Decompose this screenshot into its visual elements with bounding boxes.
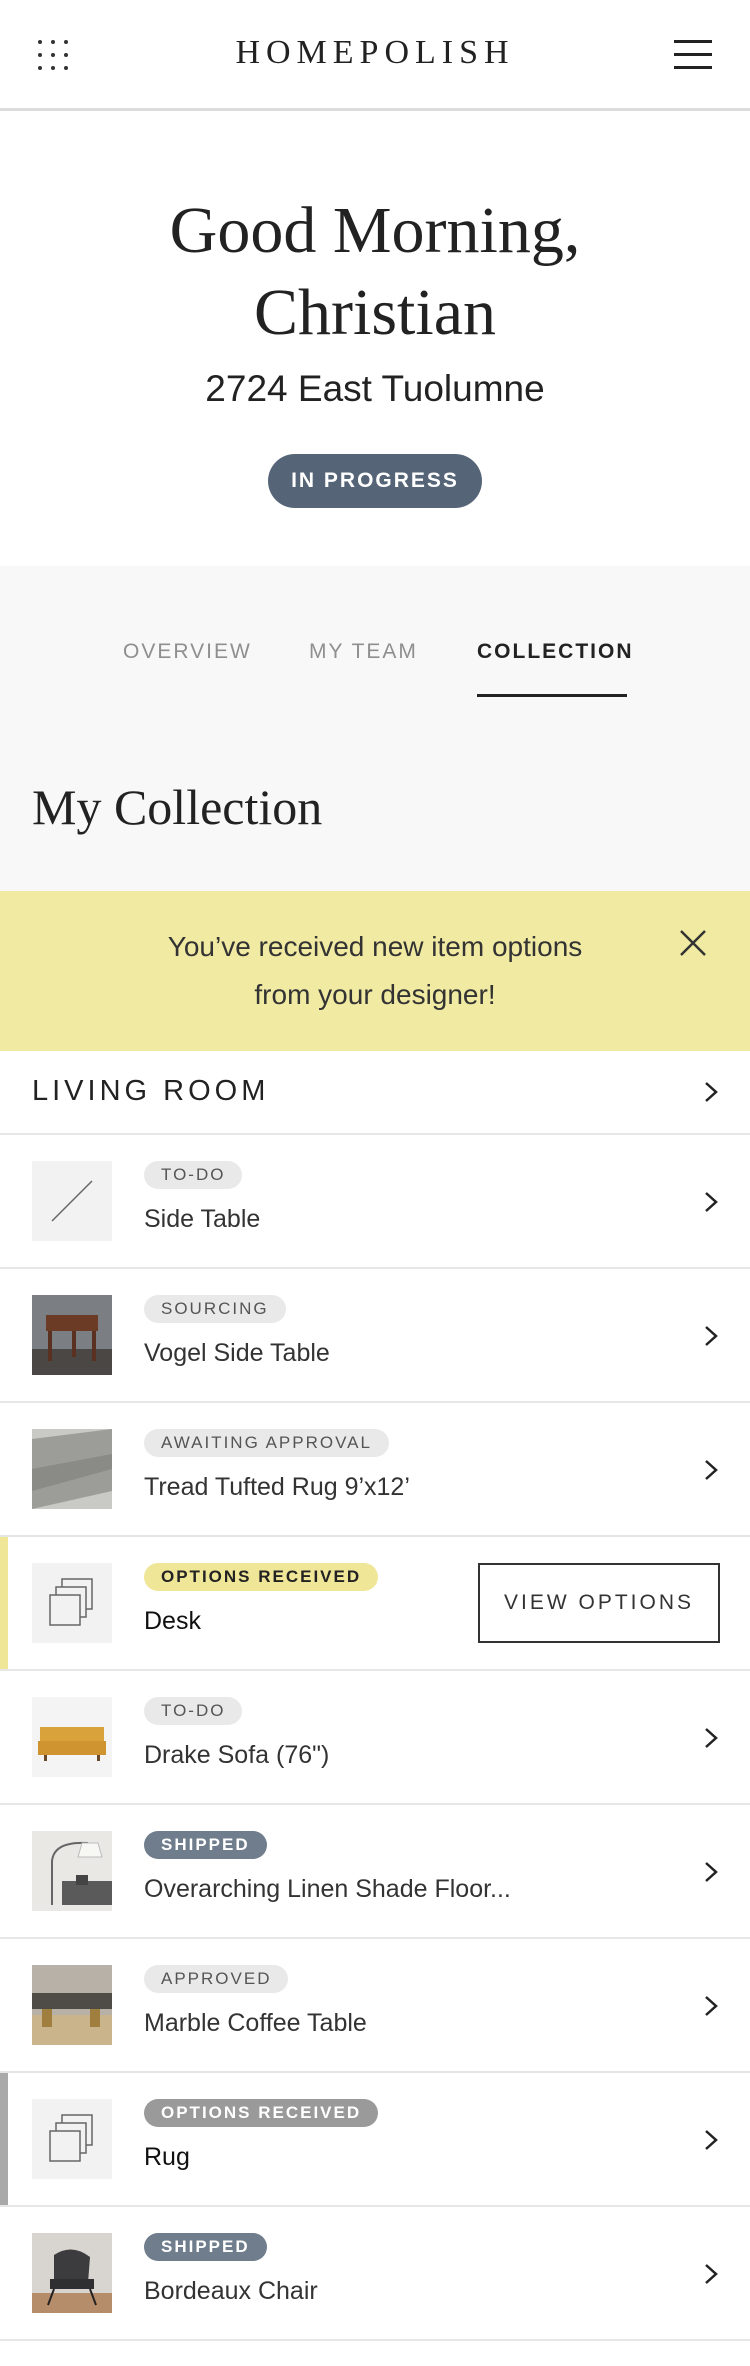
list-item[interactable]: OPTIONS RECEIVED Desk VIEW OPTIONS (0, 1537, 750, 1671)
item-name: Desk (144, 1607, 201, 1635)
options-accent-bar (0, 2073, 8, 2205)
room-header-living-room[interactable]: LIVING ROOM (0, 1051, 750, 1135)
status-badge: SHIPPED (144, 1831, 267, 1859)
collection-title: My Collection (32, 779, 323, 835)
chevron-right-icon (705, 1082, 718, 1102)
status-badge: AWAITING APPROVAL (144, 1429, 389, 1457)
view-options-button[interactable]: VIEW OPTIONS (478, 1563, 720, 1643)
active-tab-indicator (477, 694, 627, 697)
chair-thumbnail (32, 2233, 112, 2313)
placeholder-thumbnail (32, 1161, 112, 1241)
list-item[interactable]: APPROVED Marble Coffee Table (0, 1939, 750, 2073)
sofa-thumbnail (32, 1697, 112, 1777)
chevron-right-icon (705, 1326, 718, 1346)
room-label: LIVING ROOM (32, 1075, 270, 1107)
chevron-right-icon (705, 1728, 718, 1748)
project-status-badge: IN PROGRESS (268, 454, 482, 508)
chevron-right-icon (705, 1862, 718, 1882)
greeting-heading: Good Morning, Christian (0, 190, 750, 354)
chevron-right-icon (705, 1192, 718, 1212)
status-badge: OPTIONS RECEIVED (144, 1563, 379, 1591)
item-name: Vogel Side Table (144, 1339, 330, 1367)
item-name: Tread Tufted Rug 9’x12’ (144, 1473, 410, 1501)
rug-thumbnail (32, 1429, 112, 1509)
banner-line-1: You’ve received new item options (167, 931, 583, 962)
greeting-line-1: Good Morning, (169, 194, 581, 267)
item-name: Rug (144, 2143, 190, 2171)
new-options-banner: You’ve received new item options from yo… (0, 891, 750, 1051)
chevron-right-icon (705, 2130, 718, 2150)
side-table-thumbnail (32, 1295, 112, 1375)
item-name: Bordeaux Chair (144, 2277, 318, 2305)
status-badge: SOURCING (144, 1295, 286, 1323)
list-item[interactable]: TO-DO Side Table (0, 1135, 750, 1269)
status-badge: OPTIONS RECEIVED (144, 2099, 379, 2127)
banner-message: You’ve received new item options from yo… (135, 923, 615, 1019)
item-name: Drake Sofa (76") (144, 1741, 330, 1769)
top-nav-bar: HOMEPOLISH (0, 0, 750, 111)
list-item[interactable]: AWAITING APPROVAL Tread Tufted Rug 9’x12… (0, 1403, 750, 1537)
chevron-right-icon (705, 2264, 718, 2284)
status-badge: TO-DO (144, 1697, 243, 1725)
banner-line-2: from your designer! (254, 979, 496, 1010)
options-stack-icon (32, 2099, 112, 2179)
item-name: Side Table (144, 1205, 261, 1233)
status-badge: TO-DO (144, 1161, 243, 1189)
status-badge: SHIPPED (144, 2233, 267, 2261)
project-address: 2724 East Tuolumne (205, 368, 545, 409)
hamburger-menu-icon[interactable] (674, 40, 712, 70)
floor-lamp-thumbnail (32, 1831, 112, 1911)
chevron-right-icon (705, 1996, 718, 2016)
close-icon[interactable] (678, 928, 708, 958)
list-item[interactable]: TO-DO Drake Sofa (76") (0, 1671, 750, 1805)
options-accent-bar (0, 1537, 8, 1669)
item-name: Overarching Linen Shade Floor... (144, 1875, 511, 1903)
list-item[interactable]: SHIPPED Overarching Linen Shade Floor... (0, 1805, 750, 1939)
coffee-table-thumbnail (32, 1965, 112, 2045)
tab-collection[interactable]: COLLECTION (477, 640, 634, 664)
chevron-right-icon (705, 1460, 718, 1480)
list-item[interactable]: OPTIONS RECEIVED Rug (0, 2073, 750, 2207)
list-item[interactable]: SHIPPED Bordeaux Chair (0, 2207, 750, 2341)
status-badge: APPROVED (144, 1965, 289, 1993)
greeting-line-2: Christian (254, 276, 496, 349)
tabs-section (0, 566, 750, 891)
list-item[interactable]: SOURCING Vogel Side Table (0, 1269, 750, 1403)
options-stack-icon (32, 1563, 112, 1643)
tab-overview[interactable]: OVERVIEW (123, 640, 252, 664)
tab-my-team[interactable]: MY TEAM (309, 640, 418, 664)
brand-logo[interactable]: HOMEPOLISH (0, 34, 750, 72)
item-name: Marble Coffee Table (144, 2009, 367, 2037)
